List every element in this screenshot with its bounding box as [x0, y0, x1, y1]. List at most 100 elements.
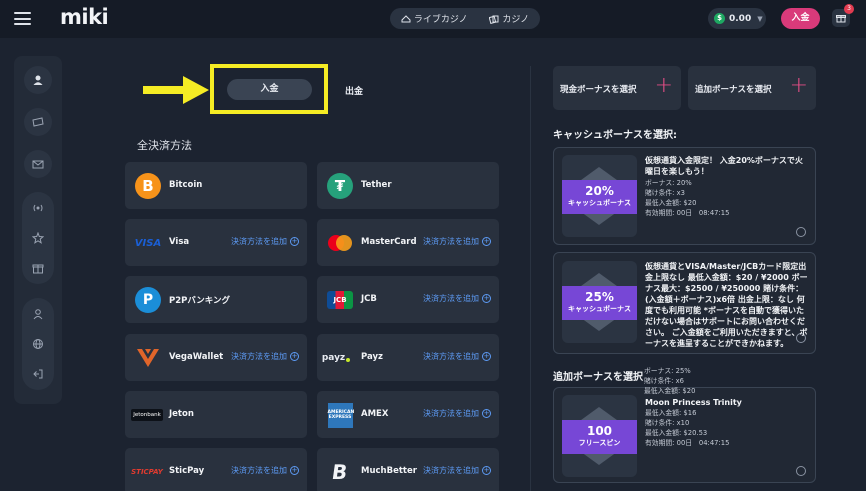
bonus-title: Moon Princess Trinity: [645, 398, 742, 407]
select-cash-bonus-button[interactable]: 現金ボーナスを選択 +: [553, 66, 681, 110]
payment-method-vegawallet[interactable]: VegaWallet 決済方法を追加 +: [125, 334, 307, 381]
wallet-button[interactable]: [24, 108, 52, 136]
plus-icon: +: [654, 73, 673, 98]
add-payment-method-link[interactable]: 決済方法を追加 +: [231, 236, 299, 247]
mastercard-logo: [328, 235, 352, 251]
site-logo[interactable]: miki: [60, 5, 109, 29]
balance-dropdown[interactable]: $ 0.00 ▼: [708, 8, 766, 29]
select-extra-bonus-button[interactable]: 追加ボーナスを選択 +: [688, 66, 816, 110]
account-settings-button[interactable]: [24, 300, 52, 328]
extra-bonus-heading: 追加ボーナスを選択: [553, 372, 643, 383]
amex-icon: AMERICAN EXPRESS: [325, 402, 355, 428]
casino-cards-icon: [489, 15, 499, 24]
bonus-card-25-percent[interactable]: 25% キャッシュボーナス 仮想通貨とVISA/Master/JCBカード限定出…: [553, 252, 816, 354]
bonus-card-free-spins[interactable]: 100 フリースピン Moon Princess Trinity 最低入金額: …: [553, 387, 816, 483]
gift-icon: [836, 15, 846, 23]
language-button[interactable]: [24, 330, 52, 358]
plus-icon: +: [789, 73, 808, 98]
bonus-overflow-details: ボーナス: 25% 賭け条件: x6 最低入金額: $20: [644, 367, 696, 395]
add-payment-method-link[interactable]: 決済方法を追加 +: [423, 236, 491, 247]
add-payment-method-link[interactable]: 決済方法を追加 +: [423, 408, 491, 419]
column-divider: [530, 66, 531, 491]
tab-live-casino[interactable]: ライブカジノ: [401, 12, 468, 25]
payment-method-name: AMEX: [361, 409, 389, 419]
logout-button[interactable]: [24, 360, 52, 388]
plus-circle-icon: +: [482, 352, 491, 361]
plus-circle-icon: +: [482, 466, 491, 475]
bonus-badge-image: 20% キャッシュボーナス: [562, 155, 637, 237]
payment-method-p2p-banking[interactable]: P P2Pバンキング: [125, 276, 307, 323]
live-button[interactable]: [24, 194, 52, 222]
vegawallet-icon: [133, 345, 163, 371]
bonus-badge-image: 100 フリースピン: [562, 395, 637, 477]
tab-live-casino-label: ライブカジノ: [413, 15, 468, 25]
payment-method-name: Visa: [169, 237, 190, 247]
gift-button[interactable]: 3: [832, 4, 854, 27]
payment-method-jeton[interactable]: Jetonbank Jeton: [125, 391, 307, 438]
gift-count-badge: 3: [844, 4, 854, 14]
payment-method-sticpay[interactable]: STICPAY SticPay 決済方法を追加 +: [125, 448, 307, 491]
tab-casino[interactable]: カジノ: [489, 12, 529, 25]
casino-mode-switch: ライブカジノ カジノ: [390, 8, 540, 29]
visa-icon: VISA: [134, 237, 162, 249]
add-payment-method-link[interactable]: 決済方法を追加 +: [231, 351, 299, 362]
mail-icon: [32, 160, 44, 169]
mastercard-icon: [325, 230, 355, 256]
bonus-badge-value: 100: [586, 424, 613, 438]
bonus-details: ボーナス: 20% 賭け条件: x3 最低入金額: $20 有効期間: 00日 …: [645, 179, 730, 217]
payment-method-jcb[interactable]: JCB JCB 決済方法を追加 +: [317, 276, 499, 323]
payment-method-visa[interactable]: VISA Visa 決済方法を追加 +: [125, 219, 307, 266]
payz-icon: payz: [321, 345, 351, 371]
add-payment-method-link[interactable]: 決済方法を追加 +: [231, 465, 299, 476]
payment-method-name: VegaWallet: [169, 352, 224, 362]
annotation-highlight-box: [210, 64, 328, 114]
cash-bonus-heading: キャッシュボーナスを選択:: [553, 130, 677, 141]
add-payment-method-link[interactable]: 決済方法を追加 +: [423, 465, 491, 476]
payment-method-name: P2Pバンキング: [169, 296, 231, 306]
payment-method-name: Jeton: [169, 409, 194, 419]
payment-method-tether[interactable]: ₮ Tether: [317, 162, 499, 209]
bonus-radio[interactable]: [796, 227, 806, 237]
rewards-button[interactable]: [24, 224, 52, 252]
header-deposit-button[interactable]: 入金: [781, 8, 820, 29]
payment-method-bitcoin[interactable]: B Bitcoin: [125, 162, 307, 209]
plus-circle-icon: +: [482, 237, 491, 246]
payment-methods-heading: 全決済方法: [137, 139, 192, 152]
plus-circle-icon: +: [482, 409, 491, 418]
add-payment-method-link[interactable]: 決済方法を追加 +: [423, 293, 491, 304]
broadcast-icon: [33, 204, 43, 212]
bitcoin-icon: B: [133, 173, 163, 199]
plus-circle-icon: +: [290, 352, 299, 361]
tether-icon: ₮: [325, 173, 355, 199]
annotation-arrow-icon: [143, 76, 209, 104]
payment-method-mastercard[interactable]: MasterCard 決済方法を追加 +: [317, 219, 499, 266]
bonus-title: 仮想通貨とVISA/Master/JCBカード限定出金上限なし 最低入金額：$2…: [645, 262, 808, 348]
globe-icon: [33, 339, 43, 349]
bonus-card-20-percent[interactable]: 20% キャッシュボーナス 仮想通貨入金限定！ 入金20%ボーナスで火曜日を楽し…: [553, 147, 816, 245]
hamburger-menu-icon[interactable]: [14, 12, 31, 25]
profile-button[interactable]: [24, 66, 52, 94]
chevron-down-icon: ▼: [757, 14, 763, 23]
muchbetter-icon: B: [330, 460, 350, 484]
gifts-button[interactable]: [24, 254, 52, 282]
person-outline-icon: [33, 309, 43, 320]
bonus-badge-type: キャッシュボーナス: [568, 305, 631, 313]
user-icon: [33, 75, 43, 85]
payment-method-amex[interactable]: AMERICAN EXPRESS AMEX 決済方法を追加 +: [317, 391, 499, 438]
payment-method-name: MuchBetter: [361, 466, 417, 476]
payment-method-name: Payz: [361, 352, 383, 362]
payment-method-name: Tether: [361, 180, 392, 190]
add-payment-method-link[interactable]: 決済方法を追加 +: [423, 351, 491, 362]
plus-circle-icon: +: [290, 237, 299, 246]
rail-group-promotions: [22, 192, 54, 284]
payment-method-muchbetter[interactable]: B MuchBetter 決済方法を追加 +: [317, 448, 499, 491]
sticpay-icon: STICPAY: [131, 468, 163, 476]
bonus-radio[interactable]: [796, 466, 806, 476]
p2p-banking-icon: P: [133, 287, 163, 313]
tab-withdraw[interactable]: 出金: [345, 84, 363, 97]
tab-casino-label: カジノ: [502, 15, 530, 25]
account-side-rail: [14, 56, 62, 404]
balance-amount: 0.00: [729, 13, 752, 24]
payment-method-payz[interactable]: payz Payz 決済方法を追加 +: [317, 334, 499, 381]
inbox-button[interactable]: [24, 150, 52, 178]
